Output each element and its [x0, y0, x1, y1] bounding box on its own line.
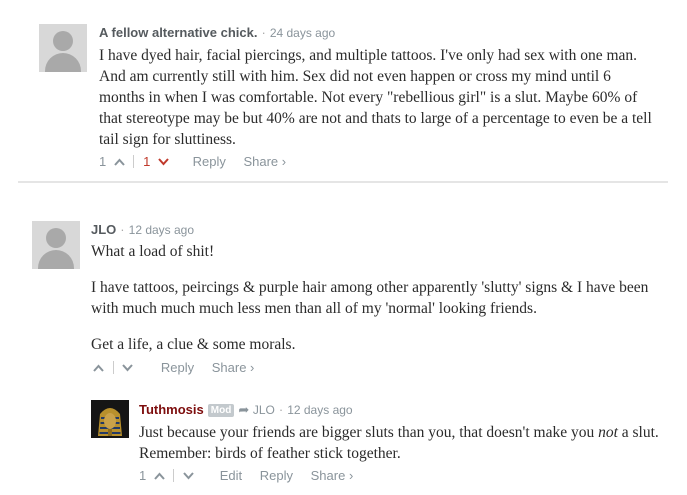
avatar[interactable] — [39, 24, 87, 72]
upvote-icon[interactable] — [154, 472, 165, 480]
separator-dot: · — [120, 222, 125, 237]
author-name[interactable]: JLO — [91, 222, 116, 237]
vote-divider — [133, 155, 135, 169]
upvote-count: 1 — [139, 468, 147, 484]
comment-body: I have dyed hair, facial piercings, and … — [99, 45, 659, 150]
thread-divider — [18, 181, 668, 183]
mod-badge: Mod — [207, 404, 235, 417]
separator-dot: · — [278, 402, 284, 417]
comment-actions: 1 Edit Reply Share › — [139, 467, 353, 483]
downvote-icon[interactable] — [158, 157, 169, 166]
upvote-icon[interactable] — [114, 158, 125, 166]
share-button[interactable]: Share › — [212, 360, 255, 375]
comment-paragraph: What a load of shit! — [91, 243, 215, 260]
pharaoh-mask-icon — [91, 400, 129, 438]
body-text-start: Just because your friends are bigger slu… — [139, 424, 599, 441]
separator-dot: · — [261, 25, 266, 40]
author-name[interactable]: Tuthmosis — [139, 402, 204, 417]
comment-body: What a load of shit! I have tattoos, pei… — [91, 241, 661, 355]
comment-header: JLO · 12 days ago — [91, 222, 194, 237]
upvote-icon[interactable] — [93, 364, 104, 372]
comment-header: Tuthmosis Mod ➦ JLO · 12 days ago — [139, 402, 353, 418]
in-reply-to[interactable]: JLO — [253, 403, 275, 417]
avatar[interactable] — [91, 400, 129, 438]
comment-paragraph: I have dyed hair, facial piercings, and … — [99, 47, 652, 148]
comment-actions: Reply Share › — [93, 359, 254, 375]
downvote-icon[interactable] — [122, 363, 133, 372]
downvote-icon[interactable] — [183, 471, 194, 480]
comment-body: Just because your friends are bigger slu… — [139, 422, 659, 464]
downvote-count: 1 — [143, 154, 151, 170]
edit-button[interactable]: Edit — [220, 468, 242, 483]
comment-actions: 1 1 Reply Share › — [99, 153, 286, 169]
reply-button[interactable]: Reply — [260, 468, 293, 483]
reply-button[interactable]: Reply — [161, 360, 194, 375]
avatar[interactable] — [32, 221, 80, 269]
vote-divider — [112, 361, 114, 375]
comment-paragraph: I have tattoos, peircings & purple hair … — [91, 279, 649, 317]
body-emphasis: not — [598, 424, 618, 441]
share-button[interactable]: Share › — [311, 468, 354, 483]
timestamp[interactable]: 24 days ago — [270, 26, 335, 40]
author-name[interactable]: A fellow alternative chick. — [99, 25, 257, 40]
comment-paragraph: Get a life, a clue & some morals. — [91, 336, 296, 353]
reply-button[interactable]: Reply — [193, 154, 226, 169]
comment-paragraph: Just because your friends are bigger slu… — [139, 422, 659, 464]
share-button[interactable]: Share › — [243, 154, 286, 169]
timestamp[interactable]: 12 days ago — [287, 403, 352, 417]
vote-divider — [173, 469, 175, 483]
timestamp[interactable]: 12 days ago — [129, 223, 194, 237]
reply-arrow-icon: ➦ — [238, 402, 250, 417]
comment-header: A fellow alternative chick. · 24 days ago — [99, 25, 335, 40]
upvote-count: 1 — [99, 154, 107, 170]
